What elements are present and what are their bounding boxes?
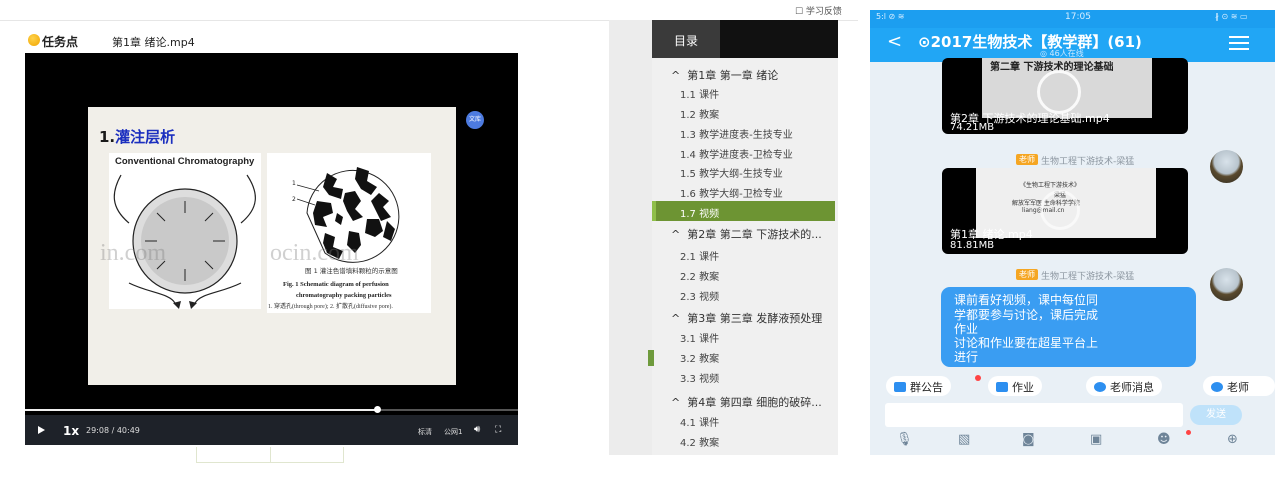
speed-button[interactable]: 1x <box>63 424 79 438</box>
feedback-link[interactable]: ☐ 学习反馈 <box>795 4 842 17</box>
status-time: 17:05 <box>1065 12 1091 22</box>
fullscreen-icon[interactable]: ⛶ <box>495 425 501 435</box>
back-icon[interactable]: < <box>887 31 902 52</box>
figure-label-2: 2 <box>292 196 296 203</box>
figure-caption-en-line1: Fig. 1 Schematic diagram of perfusion <box>283 281 389 288</box>
toc-item[interactable]: 1.5 教学大纲-生技专业 <box>680 165 783 180</box>
play-icon[interactable] <box>1040 190 1080 230</box>
line-button[interactable]: 公网1 <box>444 427 462 437</box>
volume-icon[interactable]: 🔊︎ <box>474 424 480 435</box>
video-message-size: 74.21MB <box>950 122 995 133</box>
toc-gutter <box>609 20 652 455</box>
watermark-right: ocin.com <box>270 240 359 266</box>
quality-button[interactable]: 标清 <box>418 427 432 437</box>
toc-item[interactable]: 1.6 教学大纲-卫检专业 <box>680 185 783 200</box>
teacher-button[interactable]: 老师 <box>1203 376 1275 396</box>
plus-icon[interactable]: ⊕ <box>1227 432 1238 447</box>
toc-chapter-3[interactable]: ^ 第3章 第三章 发酵液预处理 <box>671 310 822 326</box>
tab-toc[interactable]: 目录 <box>652 20 720 58</box>
figure-label-1: 1 <box>292 180 296 187</box>
folder-icon[interactable]: ▣ <box>1090 432 1102 447</box>
avatar[interactable] <box>1210 150 1243 183</box>
figure-left-title: Conventional Chromatography <box>115 156 255 167</box>
sender-name: 生物工程下游技术-梁猛 <box>1041 272 1135 282</box>
toc-item[interactable]: 3.3 视频 <box>680 370 719 385</box>
toc-item[interactable]: 3.2 教案 <box>680 350 719 365</box>
avatar[interactable] <box>1210 268 1243 301</box>
group-title: ⊙2017生物技术【教学群】(61) <box>918 33 1142 51</box>
video-message-size: 81.81MB <box>950 240 995 251</box>
play-icon[interactable] <box>38 426 45 434</box>
task-point-icon <box>28 34 40 46</box>
teacher-message-button[interactable]: 老师消息 <box>1086 376 1162 396</box>
toc-item[interactable]: 2.1 课件 <box>680 248 719 263</box>
message-line: 进行 <box>954 350 979 364</box>
toc-item[interactable]: 4.2 教案 <box>680 434 719 449</box>
task-point-label: 任务点 <box>42 35 79 49</box>
image-icon[interactable]: ▧ <box>958 432 970 447</box>
conventional-chromatography-figure <box>109 153 261 309</box>
megaphone-icon <box>894 382 906 392</box>
homework-button[interactable]: 作业 <box>988 376 1042 396</box>
menu-icon[interactable] <box>1229 36 1249 54</box>
watermark-left: in.com <box>100 240 166 266</box>
mic-icon[interactable]: 🎙︎ <box>896 432 913 447</box>
below-player-divider <box>270 447 271 463</box>
play-icon[interactable] <box>1037 70 1081 114</box>
toc-item[interactable]: 1.3 教学进度表-生技专业 <box>680 126 793 141</box>
teacher-badge: 老师 <box>1016 269 1038 280</box>
toc-header-bar <box>720 20 838 58</box>
progress-handle[interactable] <box>374 406 381 413</box>
status-icons: ∦ ⊙ ≋ ▭ <box>1215 12 1248 21</box>
send-button[interactable]: 发送 <box>1190 405 1242 425</box>
toc-item[interactable]: 1.2 教案 <box>680 106 719 121</box>
doc-library-button[interactable]: 文库 <box>466 111 484 129</box>
teacher-badge: 老师 <box>1016 154 1038 165</box>
status-signal: 5:l ⊘ ≋ <box>876 12 905 21</box>
progress-fill <box>25 409 377 411</box>
toc-item[interactable]: 4.1 课件 <box>680 414 719 429</box>
video-message[interactable]: 《生物工程下游技术》 梁猛 解放军军医 生命科学学院 liang@mail.cn… <box>942 168 1188 254</box>
group-notice-button[interactable]: 群公告 <box>886 376 951 396</box>
camera-icon[interactable]: ◙ <box>1022 432 1035 447</box>
emoji-dot <box>1186 430 1191 435</box>
toc-active-marker <box>652 201 656 221</box>
toc-item[interactable]: 2.3 视频 <box>680 288 719 303</box>
toc-item[interactable]: 1.1 课件 <box>680 86 719 101</box>
toc-item[interactable]: 2.2 教案 <box>680 268 719 283</box>
video-slide-line: 《生物工程下游技术》 <box>1020 182 1081 189</box>
figure-caption-en-line2: chromatography packing particles <box>296 292 392 299</box>
video-title: 第1章 绪论.mp4 <box>112 36 195 49</box>
toc-chapter-4[interactable]: ^ 第4章 第四章 细胞的破碎... <box>671 394 822 410</box>
video-message[interactable]: 第二章 下游技术的理论基础 第2章 下游技术的理论基础.mp4 74.21MB <box>942 58 1188 134</box>
toc-chapter-2[interactable]: ^ 第2章 第二章 下游技术的... <box>671 226 822 242</box>
time-display: 29:08 / 40:49 <box>86 426 140 435</box>
perfusion-particle-figure <box>267 153 431 313</box>
sender-name: 生物工程下游技术-梁猛 <box>1041 157 1135 167</box>
people-icon <box>1211 382 1223 392</box>
notice-dot <box>975 375 981 381</box>
chat-icon <box>1094 382 1106 392</box>
figure-caption-legend: 1. 穿透孔(through pore); 2. 扩散孔(diffusive p… <box>268 304 393 310</box>
message-input[interactable] <box>885 403 1183 427</box>
toc-item[interactable]: 3.1 课件 <box>680 330 719 345</box>
toc-chapter-1[interactable]: ^ 第1章 第一章 绪论 <box>671 67 778 83</box>
emoji-icon[interactable]: ☻ <box>1157 432 1171 447</box>
toc-item[interactable]: 1.4 教学进度表-卫检专业 <box>680 146 793 161</box>
toc-collapse-handle[interactable] <box>648 350 654 366</box>
document-icon <box>996 382 1008 392</box>
toc-item-active[interactable]: 1.7 视频 <box>680 205 719 220</box>
slide-title: 1.灌注层析 <box>99 128 176 146</box>
